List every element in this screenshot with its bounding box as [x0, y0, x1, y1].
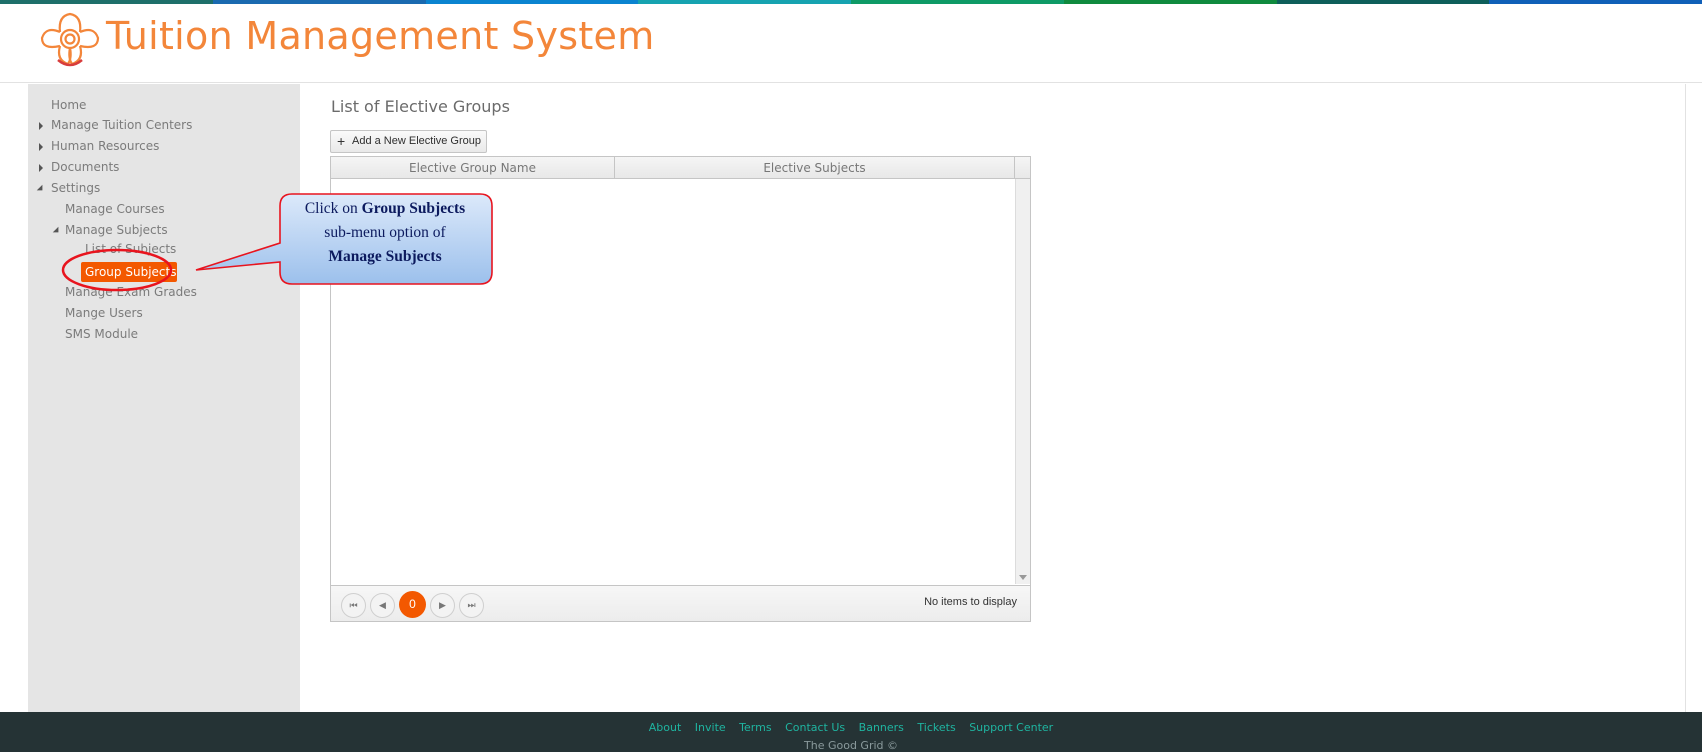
- sidebar-item-settings[interactable]: Settings: [51, 181, 100, 195]
- app-title: Tuition Management System: [106, 14, 655, 58]
- callout-bold-manage-subjects: Manage Subjects: [328, 248, 442, 265]
- footer-link-support-center[interactable]: Support Center: [969, 721, 1053, 734]
- footer-copyright: The Good Grid ©: [804, 739, 898, 752]
- callout-text: Click on Group Subjects sub-menu option …: [278, 197, 492, 269]
- sidebar-item-manage-exam-grades[interactable]: Manage Exam Grades: [65, 285, 197, 299]
- last-page-icon[interactable]: ⏭: [459, 593, 484, 618]
- sidebar-item-manage-tuition-centers[interactable]: Manage Tuition Centers: [51, 118, 192, 132]
- footer-links: About Invite Terms Contact Us Banners Ti…: [0, 721, 1702, 734]
- footer-link-tickets[interactable]: Tickets: [917, 721, 955, 734]
- footer-link-about[interactable]: About: [649, 721, 682, 734]
- callout-prefix: Click on: [304, 200, 362, 217]
- sidebar: [28, 84, 300, 712]
- sidebar-item-home[interactable]: Home: [51, 98, 86, 112]
- grid-scrollbar[interactable]: [1015, 179, 1030, 584]
- expand-arrow-icon[interactable]: [39, 143, 43, 151]
- sidebar-item-mange-users[interactable]: Mange Users: [65, 306, 143, 320]
- sidebar-item-group-subjects[interactable]: Group Subjects: [81, 262, 177, 282]
- page-title: List of Elective Groups: [331, 97, 510, 116]
- app-header: Tuition Management System: [0, 4, 1702, 83]
- content-border: [1685, 84, 1686, 712]
- first-page-icon[interactable]: ⏮: [341, 593, 366, 618]
- footer-link-terms[interactable]: Terms: [739, 721, 771, 734]
- column-header-elective-group-name[interactable]: Elective Group Name: [331, 157, 615, 179]
- plus-icon: +: [337, 133, 346, 149]
- next-page-icon[interactable]: ▶: [430, 593, 455, 618]
- add-button-label: Add a New Elective Group: [352, 135, 482, 147]
- footer-link-invite[interactable]: Invite: [695, 721, 726, 734]
- sidebar-item-documents[interactable]: Documents: [51, 160, 119, 174]
- current-page-number[interactable]: 0: [399, 591, 426, 618]
- pager-info: No items to display: [924, 596, 1017, 608]
- sidebar-item-sms-module[interactable]: SMS Module: [65, 327, 138, 341]
- expand-arrow-icon[interactable]: [39, 122, 43, 130]
- callout-line-2: sub-menu option of: [324, 224, 446, 241]
- column-header-elective-subjects[interactable]: Elective Subjects: [615, 157, 1015, 179]
- grid-pager: ⏮ ◀ 0 ▶ ⏭ No items to display: [331, 585, 1030, 621]
- scroll-down-icon[interactable]: [1019, 575, 1027, 580]
- add-elective-group-button[interactable]: + Add a New Elective Group: [330, 130, 487, 153]
- callout-bold-group-subjects: Group Subjects: [361, 200, 466, 217]
- callout-line-1: Click on Group Subjects: [278, 197, 492, 221]
- grid-header: Elective Group Name Elective Subjects: [331, 157, 1030, 179]
- footer-link-contact-us[interactable]: Contact Us: [785, 721, 845, 734]
- sidebar-item-list-of-subjects[interactable]: List of Subjects: [85, 242, 176, 256]
- footer: About Invite Terms Contact Us Banners Ti…: [0, 712, 1702, 752]
- sidebar-item-manage-subjects[interactable]: Manage Subjects: [65, 223, 168, 237]
- expand-arrow-icon[interactable]: [39, 164, 43, 172]
- sidebar-item-manage-courses[interactable]: Manage Courses: [65, 202, 165, 216]
- sidebar-item-human-resources[interactable]: Human Resources: [51, 139, 159, 153]
- prev-page-icon[interactable]: ◀: [370, 593, 395, 618]
- footer-link-banners[interactable]: Banners: [859, 721, 904, 734]
- flower-logo-icon[interactable]: [38, 8, 102, 72]
